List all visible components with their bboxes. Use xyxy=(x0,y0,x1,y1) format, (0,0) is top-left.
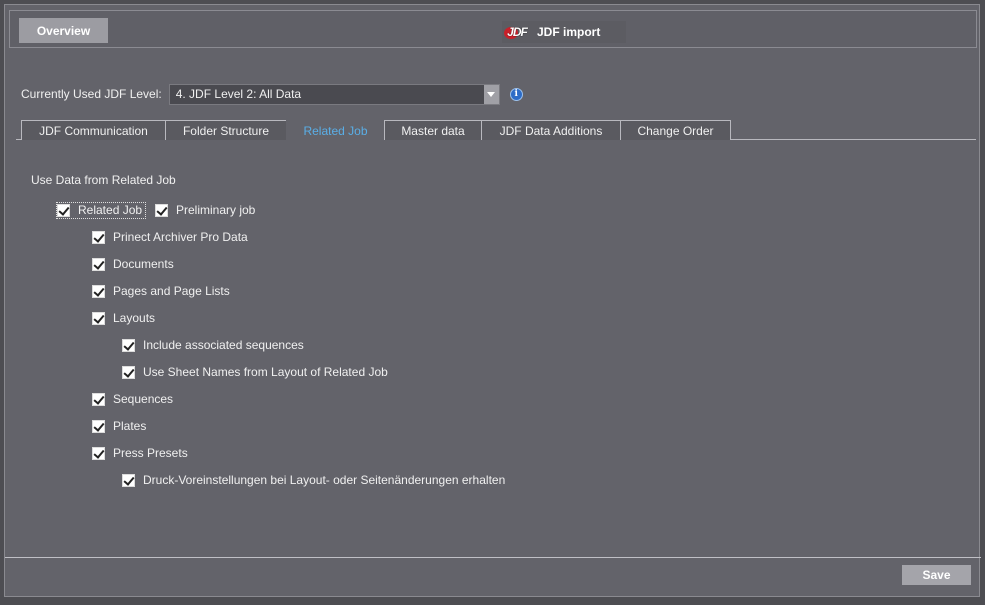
pages-checkbox[interactable] xyxy=(92,284,105,298)
pages-label: Pages and Page Lists xyxy=(113,284,230,298)
jdf-logo-text: JDF xyxy=(507,25,528,39)
related-job-checkbox[interactable] xyxy=(57,203,70,217)
tab-jdf-communication[interactable]: JDF Communication xyxy=(21,120,166,140)
footer-divider xyxy=(5,557,981,558)
sheet-names-label: Use Sheet Names from Layout of Related J… xyxy=(143,365,388,379)
sheet-names-option[interactable]: Use Sheet Names from Layout of Related J… xyxy=(122,363,388,381)
press-presets-option[interactable]: Press Presets xyxy=(92,444,188,462)
layouts-label: Layouts xyxy=(113,311,156,325)
include-sequences-checkbox[interactable] xyxy=(122,338,135,352)
sequences-option[interactable]: Sequences xyxy=(92,390,173,408)
tab-folder-structure[interactable]: Folder Structure xyxy=(165,120,287,140)
press-presets-checkbox[interactable] xyxy=(92,446,105,460)
documents-option[interactable]: Documents xyxy=(92,255,174,273)
section-title: Use Data from Related Job xyxy=(31,173,176,187)
plates-label: Plates xyxy=(113,419,147,433)
plates-checkbox[interactable] xyxy=(92,419,105,433)
tab-related-job[interactable]: Related Job xyxy=(286,120,385,141)
jdf-logo-icon: JDF xyxy=(502,22,532,42)
tab-change-order[interactable]: Change Order xyxy=(620,120,731,140)
jdf-import-window: Overview JDF JDF import Currently Used J… xyxy=(4,4,981,597)
save-button[interactable]: Save xyxy=(902,565,971,585)
tab-bar: JDF Communication Folder Structure Relat… xyxy=(16,115,976,141)
page-title: JDF import xyxy=(537,25,601,39)
prinect-archiver-label: Prinect Archiver Pro Data xyxy=(113,230,248,244)
info-icon[interactable]: i xyxy=(509,87,523,101)
tab-jdf-data-additions[interactable]: JDF Data Additions xyxy=(481,120,621,140)
include-sequences-label: Include associated sequences xyxy=(143,338,304,352)
druck-option[interactable]: Druck-Voreinstellungen bei Layout- oder … xyxy=(122,471,505,489)
header-bar: Overview JDF JDF import xyxy=(9,10,977,48)
overview-button[interactable]: Overview xyxy=(19,18,108,43)
jdf-level-select[interactable]: 4. JDF Level 2: All Data xyxy=(168,83,500,105)
pages-option[interactable]: Pages and Page Lists xyxy=(92,282,230,300)
tab-master-data[interactable]: Master data xyxy=(384,120,482,140)
header-title: JDF JDF import xyxy=(502,21,627,43)
documents-checkbox[interactable] xyxy=(92,257,105,271)
plates-option[interactable]: Plates xyxy=(92,417,146,435)
druck-checkbox[interactable] xyxy=(122,473,135,487)
jdf-level-row: Currently Used JDF Level: 4. JDF Level 2… xyxy=(21,83,523,105)
chevron-down-icon[interactable] xyxy=(483,84,499,104)
preliminary-job-option[interactable]: Preliminary job xyxy=(155,201,255,219)
druck-label: Druck-Voreinstellungen bei Layout- oder … xyxy=(143,473,506,487)
jdf-level-label: Currently Used JDF Level: xyxy=(21,87,162,101)
preliminary-job-label: Preliminary job xyxy=(176,203,256,217)
related-job-panel: Use Data from Related Job Related Job Pr… xyxy=(5,145,981,555)
related-job-option[interactable]: Related Job xyxy=(56,201,147,219)
include-sequences-option[interactable]: Include associated sequences xyxy=(122,336,304,354)
layouts-checkbox[interactable] xyxy=(92,311,105,325)
documents-label: Documents xyxy=(113,257,174,271)
focus-outline: Related Job xyxy=(56,201,147,219)
sheet-names-checkbox[interactable] xyxy=(122,365,135,379)
prinect-archiver-checkbox[interactable] xyxy=(92,230,105,244)
related-job-label: Related Job xyxy=(78,203,143,217)
layouts-option[interactable]: Layouts xyxy=(92,309,155,327)
jdf-level-value: 4. JDF Level 2: All Data xyxy=(175,87,302,101)
sequences-label: Sequences xyxy=(113,392,174,406)
sequences-checkbox[interactable] xyxy=(92,392,105,406)
preliminary-job-checkbox[interactable] xyxy=(155,203,168,217)
press-presets-label: Press Presets xyxy=(113,446,188,460)
prinect-archiver-option[interactable]: Prinect Archiver Pro Data xyxy=(92,228,248,246)
